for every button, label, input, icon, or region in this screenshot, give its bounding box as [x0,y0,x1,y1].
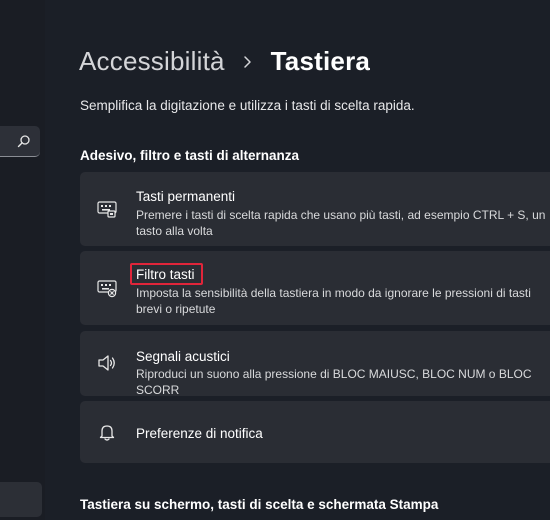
breadcrumb: Accessibilità Tastiera [79,46,370,77]
filter-keys-icon [97,280,117,298]
toggle-keys-description: Riproduci un suono alla pressione di BLO… [136,367,532,397]
filter-keys-description: Imposta la sensibilità della tastiera in… [136,286,531,316]
navigation-sidebar [0,0,45,520]
sticky-keys-icon [97,201,117,218]
notification-preferences-title: Preferenze di notifica [136,426,263,441]
breadcrumb-parent[interactable]: Accessibilità [79,46,225,77]
bell-icon [99,425,115,441]
speaker-icon [98,355,115,371]
sidebar-item-selected[interactable] [0,482,42,517]
toggle-keys-title: Segnali acustici [136,349,230,364]
notification-preferences-card[interactable]: Preferenze di notifica [80,401,550,463]
search-box[interactable] [0,126,40,157]
section-heading-on-screen-keyboard: Tastiera su schermo, tasti di scelta e s… [80,497,439,512]
sticky-keys-title: Tasti permanenti [136,189,236,204]
sticky-keys-card[interactable]: Tasti permanenti Premere i tasti di scel… [80,172,550,246]
highlight-annotation [130,263,203,285]
page-description: Semplifica la digitazione e utilizza i t… [80,98,415,113]
search-icon [17,135,30,148]
toggle-keys-card[interactable]: Segnali acustici Riproduci un suono alla… [80,331,550,397]
page-title: Tastiera [270,46,371,76]
section-heading-sticky-filter-toggle: Adesivo, filtro e tasti di alternanza [80,148,300,163]
chevron-right-icon [243,55,251,68]
sticky-keys-description: Premere i tasti di scelta rapida che usa… [136,208,546,238]
